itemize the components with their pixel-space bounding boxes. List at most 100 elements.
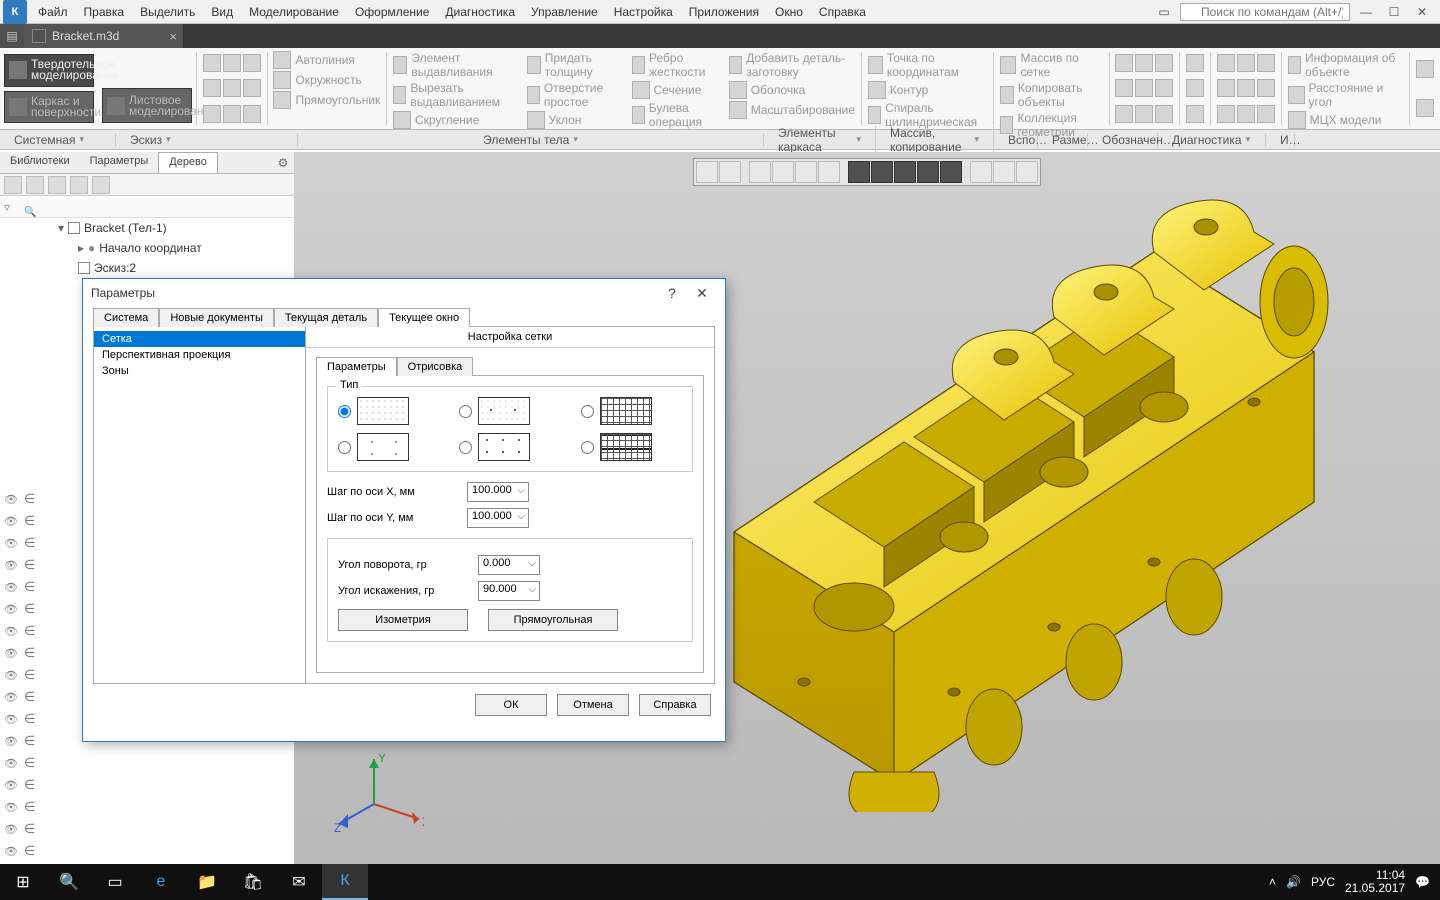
cmd-fillet[interactable]: Скругление (391, 110, 517, 130)
an7-icon[interactable] (1217, 105, 1235, 123)
help-button[interactable]: Справка (639, 694, 711, 716)
dim1-icon[interactable] (1186, 54, 1204, 72)
dim2-icon[interactable] (1186, 79, 1204, 97)
tree-root[interactable]: ▾Bracket (Тел-1) (0, 218, 294, 238)
an4-icon[interactable] (1217, 79, 1235, 97)
cmd-info[interactable]: Информация об объекте (1286, 50, 1406, 80)
tab-close-icon[interactable]: × (169, 29, 177, 44)
tray-volume-icon[interactable]: 🔊 (1286, 875, 1301, 889)
store-icon[interactable]: 🛍 (230, 864, 276, 900)
cmd-autoline[interactable]: Автолиния (271, 50, 382, 70)
button-isometry[interactable]: Изометрия (338, 609, 468, 631)
close-button[interactable]: ✕ (1410, 2, 1434, 22)
an3-icon[interactable] (1257, 54, 1275, 72)
toolbar-dropdown-icon[interactable]: ▭ (1152, 2, 1176, 22)
vt-shade1-icon[interactable] (848, 161, 870, 183)
an5-icon[interactable] (1237, 79, 1255, 97)
cmd-scale[interactable]: Масштабирование (727, 100, 857, 120)
menu-window[interactable]: Окно (767, 2, 811, 22)
vt-fit-icon[interactable] (818, 161, 840, 183)
input-stepx[interactable]: 100.000 (467, 482, 529, 502)
m1-icon[interactable] (1416, 60, 1434, 78)
vt-shade2-icon[interactable] (871, 161, 893, 183)
vt-edit-icon[interactable] (1016, 161, 1038, 183)
cmd-addpart[interactable]: Добавить деталь-заготовку (727, 50, 857, 80)
vt-pan-icon[interactable] (772, 161, 794, 183)
cut-icon[interactable] (243, 105, 261, 123)
dlg-tab-curpart[interactable]: Текущая деталь (274, 308, 378, 327)
open-icon[interactable] (223, 54, 241, 72)
cmd-rib[interactable]: Ребро жесткости (630, 50, 719, 80)
aux7-icon[interactable] (1115, 105, 1133, 123)
undo-icon[interactable] (223, 79, 241, 97)
document-tab[interactable]: Bracket.m3d × (24, 24, 184, 48)
aux1-icon[interactable] (1115, 54, 1133, 72)
command-search-input[interactable] (1180, 3, 1350, 21)
menu-diag[interactable]: Диагностика (437, 2, 523, 22)
section-dim[interactable]: Разме… (1038, 133, 1088, 147)
start-button[interactable]: ⊞ (0, 864, 46, 900)
menu-design[interactable]: Оформление (347, 2, 437, 22)
vis-icon[interactable]: 👁 (4, 493, 20, 506)
cmd-copy[interactable]: Копировать объекты (998, 80, 1105, 110)
section-annot[interactable]: Обозначен… (1088, 133, 1158, 147)
tree-sketch[interactable]: Эскиз:2 (0, 258, 294, 278)
cmd-cut[interactable]: Вырезать выдавливанием (391, 80, 517, 110)
aux5-icon[interactable] (1135, 79, 1153, 97)
button-ortho[interactable]: Прямоугольная (488, 609, 618, 631)
tree-tb-1[interactable] (4, 176, 22, 194)
panel-tab-params[interactable]: Параметры (80, 152, 159, 173)
redo-icon[interactable] (243, 79, 261, 97)
menu-edit[interactable]: Правка (76, 2, 133, 22)
section-aux[interactable]: Вспо… (994, 133, 1038, 147)
cmd-boolean[interactable]: Булева операция (630, 100, 719, 130)
vt-color-icon[interactable] (993, 161, 1015, 183)
menu-select[interactable]: Выделить (132, 2, 203, 22)
section-diag[interactable]: Диагностика▾ (1158, 133, 1266, 147)
mode-sheet[interactable]: Листовое моделирование (102, 88, 192, 123)
menu-settings[interactable]: Настройка (606, 2, 681, 22)
tree-tb-2[interactable] (26, 176, 44, 194)
tree-tb-5[interactable] (92, 176, 110, 194)
grid-type-2[interactable] (459, 397, 560, 425)
aux6-icon[interactable] (1155, 79, 1173, 97)
dialog-help-icon[interactable]: ? (657, 285, 687, 301)
vt-sect-icon[interactable] (970, 161, 992, 183)
tray-clock[interactable]: 11:04 21.05.2017 (1345, 869, 1405, 895)
cmd-draft[interactable]: Уклон (525, 110, 622, 130)
minimize-button[interactable]: — (1354, 2, 1378, 22)
cmd-mass[interactable]: МЦХ модели (1286, 110, 1406, 130)
explorer-icon[interactable]: 📁 (184, 864, 230, 900)
an2-icon[interactable] (1237, 54, 1255, 72)
print-icon[interactable] (203, 79, 221, 97)
menu-model[interactable]: Моделирование (241, 2, 347, 22)
edge-icon[interactable]: e (138, 864, 184, 900)
cat-perspective[interactable]: Перспективная проекция (94, 347, 305, 363)
mail-icon[interactable]: ✉ (276, 864, 322, 900)
aux4-icon[interactable] (1115, 79, 1133, 97)
menu-manage[interactable]: Управление (523, 2, 606, 22)
cmd-array[interactable]: Массив по сетке (998, 50, 1105, 80)
section-sketch[interactable]: Эскиз▾ (116, 133, 298, 147)
m2-icon[interactable] (1416, 99, 1434, 117)
tree-origin[interactable]: ▸●Начало координат (0, 238, 294, 258)
save-icon[interactable] (243, 54, 261, 72)
cmd-dist[interactable]: Расстояние и угол (1286, 80, 1406, 110)
tree-tb-4[interactable] (70, 176, 88, 194)
vt-persp-icon[interactable] (894, 161, 916, 183)
cmd-shell[interactable]: Оболочка (727, 80, 857, 100)
menu-file[interactable]: Файл (30, 2, 76, 22)
cat-grid[interactable]: Сетка (94, 331, 305, 347)
an6-icon[interactable] (1257, 79, 1275, 97)
vt-ortho-icon[interactable] (719, 161, 741, 183)
maximize-button[interactable]: ☐ (1382, 2, 1406, 22)
filter-icon[interactable]: ▿ (4, 200, 20, 214)
cmd-point[interactable]: Точка по координатам (866, 50, 990, 80)
new-icon[interactable] (203, 54, 221, 72)
aux9-icon[interactable] (1155, 105, 1173, 123)
taskview-button[interactable]: ▭ (92, 864, 138, 900)
section-frame[interactable]: Элементы каркаса▾ (764, 126, 876, 154)
start-page-button[interactable]: ▤ (0, 24, 24, 48)
menu-apps[interactable]: Приложения (681, 2, 767, 22)
dialog-close-icon[interactable]: ✕ (687, 285, 717, 302)
